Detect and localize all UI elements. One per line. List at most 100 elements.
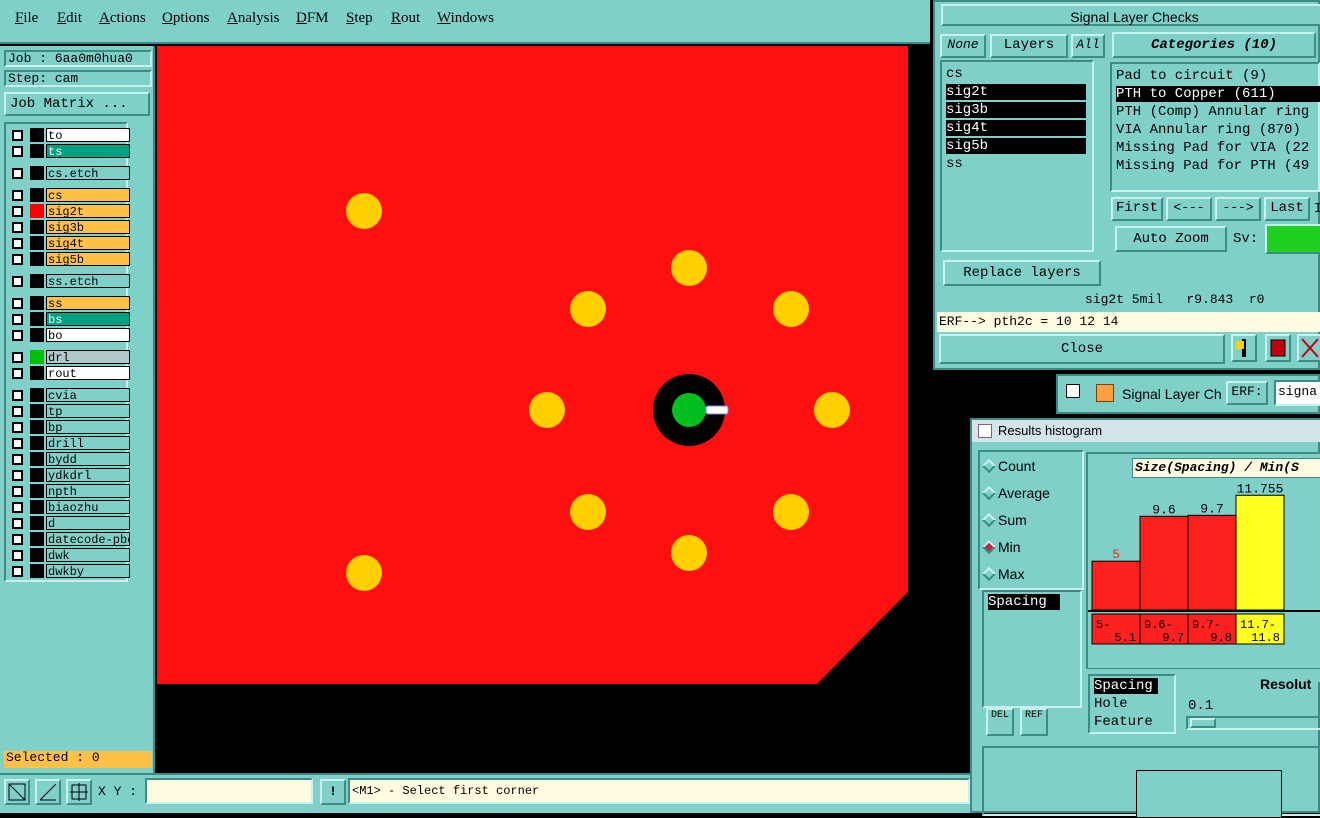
erf-button[interactable]: ERF: xyxy=(1226,381,1268,405)
layer-checkbox[interactable] xyxy=(12,486,23,497)
layer-color-swatch[interactable] xyxy=(30,500,44,514)
layer-row-drill[interactable]: drill xyxy=(8,436,130,450)
list-item[interactable]: sig5b xyxy=(946,138,1086,154)
layer-color-swatch[interactable] xyxy=(30,220,44,234)
layer-row-bydd[interactable]: bydd xyxy=(8,452,130,466)
layer-name[interactable]: drl xyxy=(46,350,130,364)
menu-file[interactable]: File xyxy=(15,10,38,27)
layer-checkbox[interactable] xyxy=(12,254,23,265)
layer-checkbox[interactable] xyxy=(12,390,23,401)
attribute-list[interactable]: Spacing xyxy=(982,590,1082,708)
layer-name[interactable]: bo xyxy=(46,328,130,342)
layer-checkbox[interactable] xyxy=(12,190,23,201)
layer-checkbox[interactable] xyxy=(12,438,23,449)
menu-windows[interactable]: Windows xyxy=(437,10,494,27)
layer-name[interactable]: ss xyxy=(46,296,130,310)
list-item[interactable]: sig3b xyxy=(946,102,1086,118)
layer-color-swatch[interactable] xyxy=(30,128,44,142)
layer-name[interactable]: ss.etch xyxy=(46,274,130,288)
layer-row-dwkby[interactable]: dwkby xyxy=(8,564,130,578)
layer-name[interactable]: cs xyxy=(46,188,130,202)
layer-row-bp[interactable]: bp xyxy=(8,420,130,434)
menu-options[interactable]: Options xyxy=(162,10,210,27)
stop-icon[interactable] xyxy=(1265,334,1291,362)
none-button[interactable]: None xyxy=(940,34,986,58)
list-item[interactable]: Missing Pad for PTH (49 xyxy=(1116,158,1309,174)
sv-indicator[interactable] xyxy=(1265,224,1320,254)
layer-row-cs.etch[interactable]: cs.etch xyxy=(8,166,130,180)
menu-actions[interactable]: Actions xyxy=(99,10,146,27)
layer-name[interactable]: dwkby xyxy=(46,564,130,578)
layer-name[interactable]: d xyxy=(46,516,130,530)
layer-row-sig4t[interactable]: sig4t xyxy=(8,236,130,250)
grid-icon[interactable] xyxy=(66,779,92,805)
prev-button[interactable]: <--- xyxy=(1166,197,1212,221)
resolution-slider[interactable] xyxy=(1186,716,1320,730)
pcb-view[interactable] xyxy=(157,46,930,773)
layer-color-swatch[interactable] xyxy=(30,296,44,310)
layer-checkbox[interactable] xyxy=(12,330,23,341)
layer-color-swatch[interactable] xyxy=(30,274,44,288)
layer-row-datecode-pbo[interactable]: datecode-pbo xyxy=(8,532,130,546)
next-button[interactable]: ---> xyxy=(1215,197,1261,221)
menu-analysis[interactable]: Analysis xyxy=(227,10,280,27)
radio-count[interactable]: Count xyxy=(981,458,1035,474)
list-item[interactable]: sig4t xyxy=(946,120,1086,136)
layer-row-bs[interactable]: bs xyxy=(8,312,130,326)
layer-color-swatch[interactable] xyxy=(30,468,44,482)
layer-color-swatch[interactable] xyxy=(30,436,44,450)
layer-name[interactable]: cs.etch xyxy=(46,166,130,180)
type-list[interactable]: Spacing Hole Feature xyxy=(1088,674,1176,734)
layer-checkbox[interactable] xyxy=(12,352,23,363)
list-item[interactable]: ss xyxy=(946,156,963,172)
layer-name[interactable]: ts xyxy=(46,144,130,158)
layer-color-swatch[interactable] xyxy=(30,404,44,418)
cancel-icon[interactable] xyxy=(1297,334,1320,362)
layer-name[interactable]: bp xyxy=(46,420,130,434)
layer-name[interactable]: ydkdrl xyxy=(46,468,130,482)
layer-checkbox[interactable] xyxy=(12,368,23,379)
layer-name[interactable]: dwk xyxy=(46,548,130,562)
layer-name[interactable]: sig4t xyxy=(46,236,130,250)
layer-row-ydkdrl[interactable]: ydkdrl xyxy=(8,468,130,482)
list-item[interactable]: PTH (Comp) Annular ring xyxy=(1116,104,1309,120)
layer-name[interactable]: npth xyxy=(46,484,130,498)
layer-checkbox[interactable] xyxy=(12,422,23,433)
layer-row-sig5b[interactable]: sig5b xyxy=(8,252,130,266)
layer-color-swatch[interactable] xyxy=(30,236,44,250)
layer-color-swatch[interactable] xyxy=(30,452,44,466)
layer-row-ts[interactable]: ts xyxy=(8,144,130,158)
layer-name[interactable]: to xyxy=(46,128,130,142)
layer-checkbox[interactable] xyxy=(12,238,23,249)
all-button[interactable]: All xyxy=(1071,34,1105,58)
replace-layers-dropdown[interactable]: Replace layers xyxy=(943,260,1101,286)
list-item[interactable]: cs xyxy=(946,66,963,82)
layer-color-swatch[interactable] xyxy=(30,312,44,326)
categories-button[interactable]: Categories (10) xyxy=(1112,32,1316,58)
layer-row-rout[interactable]: rout xyxy=(8,366,130,380)
layer-checkbox[interactable] xyxy=(12,130,23,141)
zoom-window-icon[interactable] xyxy=(4,779,30,805)
layer-checkbox[interactable] xyxy=(12,168,23,179)
ref-button[interactable]: REF xyxy=(1020,708,1048,736)
layer-color-swatch[interactable] xyxy=(30,350,44,364)
list-item[interactable]: sig2t xyxy=(946,84,1086,100)
layer-color-swatch[interactable] xyxy=(30,204,44,218)
layer-checkbox[interactable] xyxy=(12,518,23,529)
layer-checkbox[interactable] xyxy=(12,314,23,325)
del-button[interactable]: DEL xyxy=(986,708,1014,736)
layer-color-swatch[interactable] xyxy=(30,188,44,202)
layer-row-biaozhu[interactable]: biaozhu xyxy=(8,500,130,514)
layer-name[interactable]: sig3b xyxy=(46,220,130,234)
layer-row-ss[interactable]: ss xyxy=(8,296,130,310)
layer-color-swatch[interactable] xyxy=(30,366,44,380)
radio-average[interactable]: Average xyxy=(981,485,1050,501)
layer-row-ss.etch[interactable]: ss.etch xyxy=(8,274,130,288)
layer-name[interactable]: tp xyxy=(46,404,130,418)
layer-name[interactable]: cvia xyxy=(46,388,130,402)
category-list[interactable]: Pad to circuit (9) PTH to Copper (611) P… xyxy=(1110,62,1320,192)
layer-name[interactable]: sig2t xyxy=(46,204,130,218)
layer-checkbox[interactable] xyxy=(12,566,23,577)
layer-checkbox[interactable] xyxy=(12,534,23,545)
layer-color-swatch[interactable] xyxy=(30,484,44,498)
